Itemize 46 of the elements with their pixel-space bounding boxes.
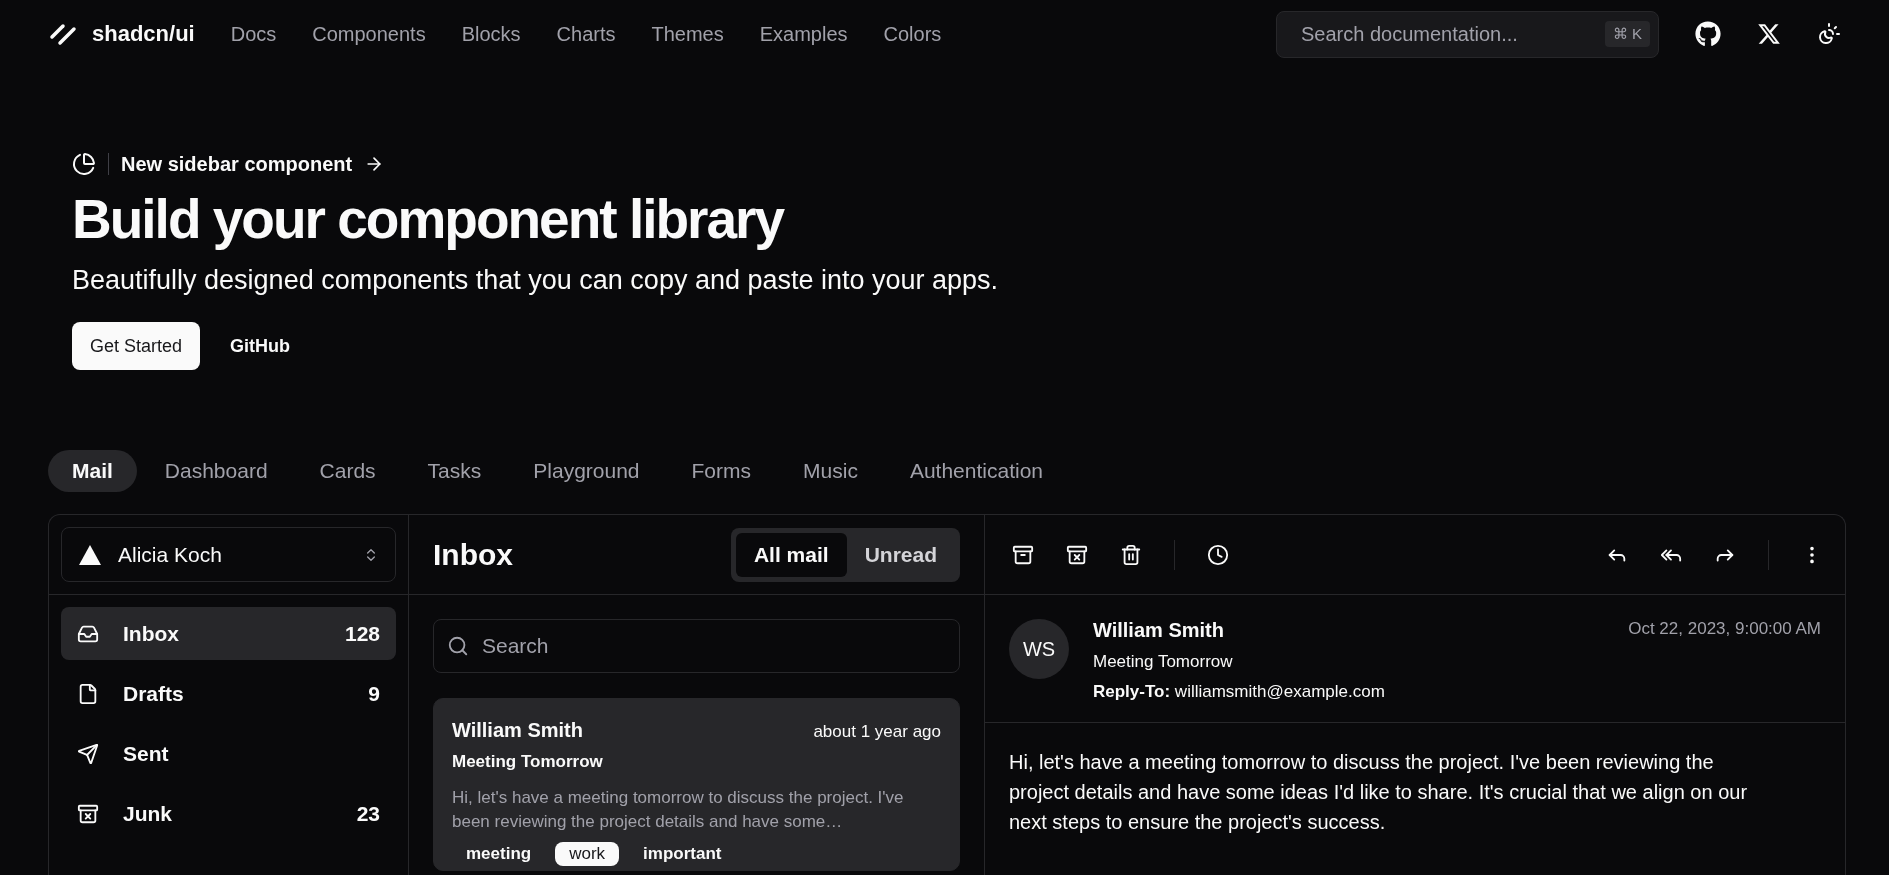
example-tab[interactable]: Dashboard <box>140 450 292 493</box>
filter-tab[interactable]: All mail <box>735 532 847 577</box>
nav-link[interactable]: Examples <box>759 22 848 46</box>
primary-button[interactable]: Get Started <box>72 322 201 371</box>
message-time: about 1 year ago <box>813 722 941 743</box>
message-date: Oct 22, 2023, 9:00:00 AM <box>1628 619 1821 641</box>
example-tab[interactable]: Tasks <box>403 450 506 493</box>
site-logo[interactable]: shadcn/ui <box>92 21 195 47</box>
account-switcher[interactable]: Alicia Koch <box>61 527 396 583</box>
hero-title: Build your component library <box>72 188 785 252</box>
message-tag: work <box>555 842 620 867</box>
example-tab[interactable]: Cards <box>295 450 400 493</box>
folder-item[interactable]: Inbox 128 <box>61 607 396 661</box>
avatar: WS <box>1009 619 1069 680</box>
example-tab[interactable]: Mail <box>48 450 137 493</box>
example-tab[interactable]: Playground <box>509 450 664 493</box>
example-tab[interactable]: Authentication <box>885 450 1067 493</box>
hero-subtitle: Beautifully designed components that you can copy and paste into your apps. <box>72 265 1000 297</box>
nav-link[interactable]: Blocks <box>461 22 521 46</box>
nav-link[interactable]: Themes <box>651 22 724 46</box>
message-body: Hi, let's have a meeting tomorrow to discuss the project. I've been reviewing the project details and have some ideas I'd like to share. It's crucial that we align on our next steps to ensure the project's success. <box>1008 750 1749 836</box>
folder-item[interactable]: Junk 23 <box>61 787 396 841</box>
search-field[interactable]: Search <box>433 619 960 674</box>
nav-link[interactable]: Colors <box>883 22 942 46</box>
sender-name: William Smith <box>1093 619 1225 643</box>
ghost-button[interactable]: GitHub <box>212 322 309 371</box>
announcement-link[interactable]: New sidebar component <box>121 152 353 176</box>
reply-to-address: Reply-To: williamsmith@example.com <box>1093 682 1386 703</box>
nav-link[interactable]: Charts <box>556 22 616 46</box>
example-tab[interactable]: Music <box>779 450 882 493</box>
search-field[interactable]: Search documentation... ⌘ K <box>1276 10 1659 58</box>
message-preview: Hi, let's have a meeting tomorrow to discuss the project. I've been reviewing the project details and have some… <box>452 787 905 834</box>
shortcut-key: ⌘ K <box>1604 21 1650 47</box>
nav-link[interactable]: Components <box>312 22 426 46</box>
message-subject: Meeting Tomorrow <box>1093 652 1234 673</box>
message-subject: Meeting Tomorrow <box>452 752 604 773</box>
folder-item[interactable]: Drafts 9 <box>61 667 396 721</box>
message-tag: meeting <box>452 842 546 867</box>
folder-item[interactable]: Sent <box>61 727 396 781</box>
sender-name: William Smith <box>452 719 583 743</box>
nav-link[interactable]: Docs <box>230 22 277 46</box>
filter-tab[interactable]: Unread <box>846 532 955 577</box>
message-tag: important <box>629 842 736 867</box>
message-card[interactable]: William Smith about 1 year ago Meeting Tomorrow Hi, let's have a meeting tomorrow to discuss the project. I've been reviewing the project details and have some… meeting work important <box>433 698 960 872</box>
list-title: Inbox <box>433 537 513 572</box>
example-tab[interactable]: Forms <box>667 450 776 493</box>
